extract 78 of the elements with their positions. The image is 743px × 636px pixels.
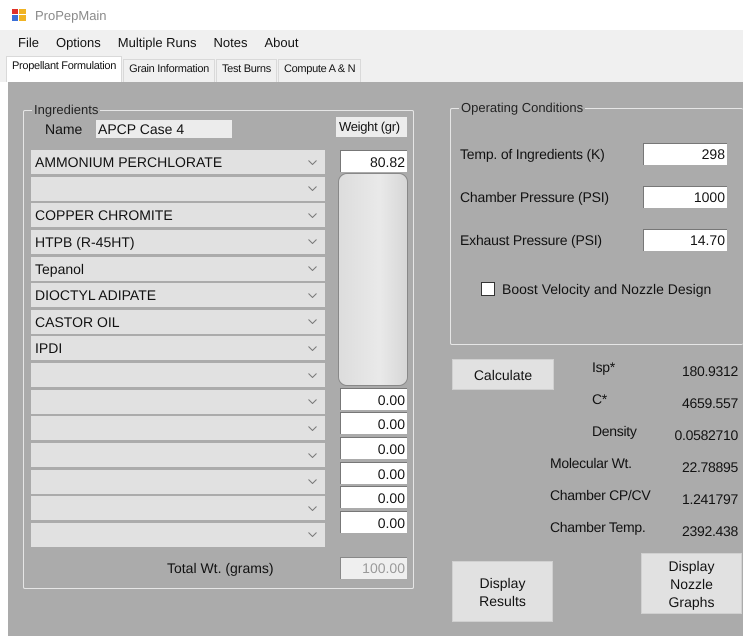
tab[interactable]: Grain Information [123, 59, 215, 82]
menu-item[interactable]: Multiple Runs [110, 33, 204, 52]
window-title: ProPepMain [35, 8, 107, 22]
ingredient-dropdown[interactable] [31, 416, 325, 440]
weight-header: Weight (gr) [336, 116, 407, 136]
weight-field[interactable]: 0.00 [340, 462, 407, 484]
result-label: Chamber CP/CV [550, 487, 650, 503]
weight-field[interactable]: 80.82 [340, 150, 407, 172]
ingredient-dropdown[interactable] [31, 496, 325, 520]
menu-item[interactable]: File [11, 33, 46, 52]
result-label: Density [592, 423, 637, 439]
ingredient-dropdown[interactable] [31, 176, 325, 201]
name-field[interactable]: APCP Case 4 [96, 120, 232, 138]
chevron-icon [308, 479, 317, 484]
chevron-icon [308, 426, 317, 431]
ingredient-dropdown[interactable] [31, 363, 325, 388]
app-icon [12, 9, 26, 21]
display-button[interactable]: Display Nozzle Graphs [641, 553, 742, 614]
calculate-button[interactable]: Calculate [452, 359, 554, 390]
chevron-icon [308, 160, 317, 164]
tab[interactable]: Propellant Formulation [6, 56, 122, 82]
input-field[interactable]: 298 [643, 142, 727, 164]
menu-item[interactable]: About [258, 33, 306, 52]
ingredient-dropdown[interactable] [31, 390, 325, 414]
menu-item[interactable]: Notes [206, 33, 254, 52]
ingredient-dropdown[interactable] [31, 470, 325, 494]
result-label: Chamber Temp. [550, 519, 646, 535]
ingredient-dropdown[interactable] [31, 443, 325, 468]
menu-item[interactable]: Options [48, 33, 108, 52]
display-button[interactable]: Display Results [452, 561, 553, 622]
chevron-icon [308, 186, 317, 192]
ingredient-dropdown[interactable]: AMMONIUM PERCHLORATE [31, 150, 325, 174]
field-label: Chamber Pressure (PSI) [460, 188, 609, 204]
result-value: 4659.557 [682, 395, 738, 411]
result-label: C* [592, 391, 607, 407]
result-value: 1.241797 [682, 491, 738, 507]
chevron-icon [308, 266, 317, 272]
result-value: 0.0582710 [674, 427, 738, 443]
chevron-icon [308, 506, 317, 511]
field-label: Temp. of Ingredients (K) [460, 146, 605, 162]
ingredient-dropdown[interactable] [31, 522, 325, 547]
field-label: Exhaust Pressure (PSI) [460, 232, 602, 248]
chevron-icon [308, 212, 317, 218]
total-label: Total Wt. (grams) [167, 560, 274, 576]
ingredient-dropdown[interactable]: DIOCTYL ADIPATE [31, 283, 325, 308]
result-label: Isp* [592, 359, 615, 375]
weight-field[interactable]: 0.00 [340, 388, 407, 410]
chevron-icon [308, 239, 317, 244]
input-field[interactable]: 1000 [643, 186, 727, 208]
weight-field[interactable]: 0.00 [340, 511, 407, 534]
name-label: Name [45, 120, 84, 136]
chevron-icon [308, 452, 317, 458]
group-label: Ingredients [32, 102, 100, 118]
ingredient-dropdown[interactable]: COPPER CHROMITE [31, 203, 325, 228]
checkbox-label: Boost Velocity and Nozzle Design [502, 281, 712, 297]
chevron-icon [308, 372, 317, 378]
tab[interactable]: Test Burns [216, 59, 277, 82]
ingredient-dropdown[interactable]: IPDI [31, 336, 325, 360]
result-value: 2392.438 [682, 523, 738, 539]
chevron-icon [308, 399, 317, 404]
ingredient-dropdown[interactable]: Tepanol [31, 256, 325, 281]
group-label: Operating Conditions [459, 100, 586, 116]
chevron-icon [308, 292, 317, 298]
weight-field[interactable]: 0.00 [340, 412, 407, 434]
input-field[interactable]: 14.70 [643, 228, 727, 250]
ingredient-dropdown[interactable]: CASTOR OIL [31, 310, 325, 334]
result-label: Molecular Wt. [550, 455, 632, 471]
result-value: 22.78895 [682, 459, 738, 475]
result-value: 180.9312 [682, 363, 738, 379]
weight-field[interactable]: 0.00 [340, 486, 407, 508]
chevron-icon [308, 532, 317, 538]
tab[interactable]: Compute A & N [278, 59, 362, 82]
ingredient-dropdown[interactable]: HTPB (R-45HT) [31, 230, 325, 254]
weight-field[interactable]: 0.00 [340, 437, 407, 460]
checkbox[interactable] [481, 282, 495, 296]
chevron-icon [308, 319, 317, 324]
total-field: 100.00 [340, 556, 407, 579]
chevron-icon [308, 346, 317, 351]
